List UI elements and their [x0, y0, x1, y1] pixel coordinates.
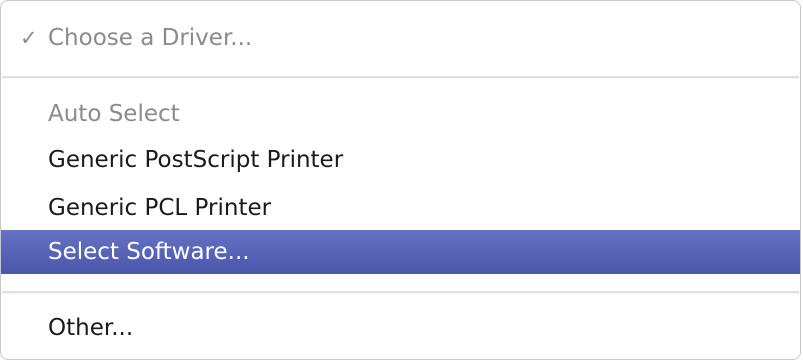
menu-item-label: Other... [48, 315, 134, 341]
driver-dropdown-menu: ✓ Choose a Driver... Auto Select Generic… [0, 0, 801, 360]
menu-item-other[interactable]: Other... [1, 310, 800, 346]
menu-item-choose-a-driver: ✓ Choose a Driver... [1, 20, 800, 56]
menu-item-label: Generic PostScript Printer [48, 147, 344, 173]
menu-item-generic-pcl-printer[interactable]: Generic PCL Printer [1, 190, 800, 226]
checkmark-icon: ✓ [20, 26, 38, 50]
menu-item-label: Choose a Driver... [48, 25, 253, 51]
menu-separator [2, 76, 799, 79]
menu-item-generic-postscript-printer[interactable]: Generic PostScript Printer [1, 142, 800, 178]
menu-separator [2, 291, 799, 294]
menu-item-auto-select: Auto Select [1, 96, 800, 132]
menu-item-label: Select Software... [48, 239, 250, 265]
menu-item-label: Generic PCL Printer [48, 195, 272, 221]
menu-item-label: Auto Select [48, 101, 180, 127]
menu-item-select-software[interactable]: Select Software... [1, 230, 800, 274]
